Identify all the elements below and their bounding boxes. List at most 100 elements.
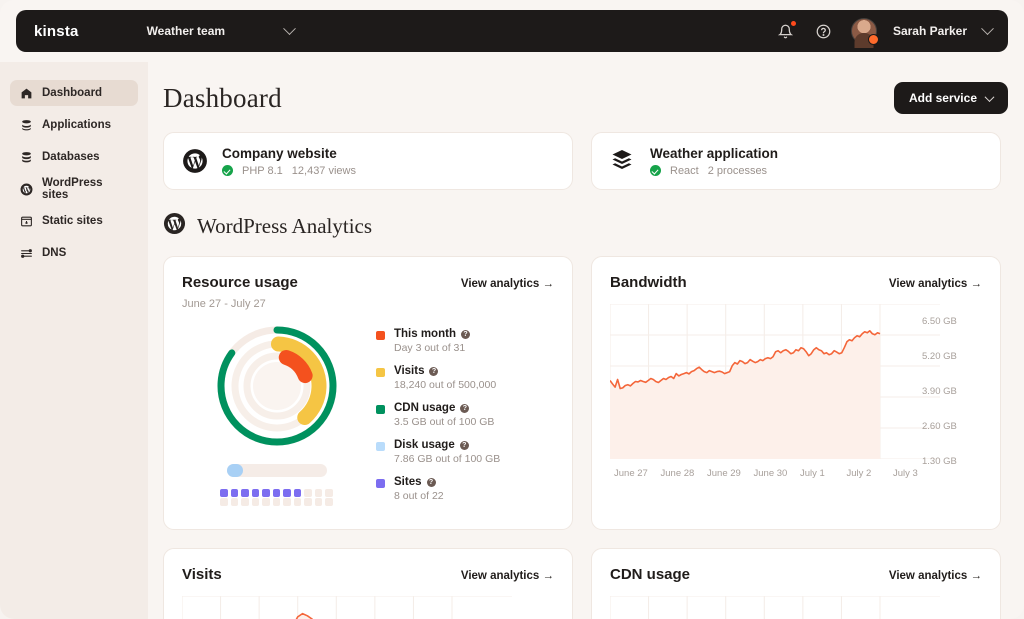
sidebar-item-label: Static sites: [42, 215, 103, 227]
sidebar-item-static-sites[interactable]: Static sites: [10, 208, 138, 234]
view-analytics-link[interactable]: View analytics →: [889, 570, 982, 582]
bandwidth-y-axis: 6.50 GB 5.20 GB 3.90 GB 2.60 GB 1.30 GB: [922, 304, 982, 479]
legend-name-wrap: Disk usage ?: [394, 439, 500, 451]
kinsta-logo[interactable]: kinsta: [34, 23, 79, 40]
visits-y-axis: 22,50018,000: [494, 596, 554, 619]
legend-item-visits: Visits ? 18,240 out of 500,000: [376, 365, 554, 391]
site-dot: [262, 498, 270, 506]
view-analytics-link[interactable]: View analytics →: [461, 570, 554, 582]
axis-tick-label: 5.20 GB: [922, 351, 957, 362]
wordpress-icon: [182, 148, 208, 174]
database-icon: [19, 150, 33, 164]
arrow-right-icon: →: [542, 278, 555, 290]
card-header: Bandwidth View analytics →: [610, 274, 982, 291]
view-analytics-link[interactable]: View analytics →: [889, 278, 982, 290]
check-circle-icon: [222, 165, 233, 176]
legend-name: CDN usage: [394, 402, 456, 414]
sidebar-item-label: DNS: [42, 247, 67, 259]
visits-chart[interactable]: [181, 595, 512, 619]
site-dot: [293, 489, 301, 497]
bandwidth-chart[interactable]: [609, 303, 940, 460]
help-circle-icon[interactable]: ?: [460, 329, 470, 339]
sidebar-item-label: Dashboard: [42, 87, 103, 99]
legend-item-disk-usage: Disk usage ? 7.86 GB out of 100 GB: [376, 439, 554, 465]
axis-tick-label: June 29: [707, 468, 741, 479]
site-dot: [262, 489, 270, 497]
avatar-status-badge: [867, 34, 879, 45]
page-title: Dashboard: [163, 82, 282, 113]
legend-name-wrap: This month ?: [394, 328, 470, 340]
avatar[interactable]: [850, 18, 879, 45]
notifications-button[interactable]: [775, 20, 797, 42]
add-service-button[interactable]: Add service: [893, 82, 1008, 114]
help-circle-icon[interactable]: ?: [429, 366, 439, 376]
sidebar-item-applications[interactable]: Applications: [10, 112, 138, 138]
legend-value: 7.86 GB out of 100 GB: [394, 453, 501, 465]
legend-name-wrap: Visits ?: [394, 365, 496, 377]
arrow-right-icon: →: [542, 570, 555, 582]
service-meta-2: 12,437 views: [291, 164, 356, 177]
help-circle-icon[interactable]: ?: [459, 440, 469, 450]
site-dot: [314, 489, 322, 497]
view-analytics-label: View analytics: [888, 570, 968, 582]
legend-value: Day 3 out of 31: [394, 342, 466, 354]
view-analytics-link[interactable]: View analytics →: [461, 278, 554, 290]
cdn-usage-chart[interactable]: [609, 595, 940, 619]
site-dot: [251, 489, 259, 497]
cdn-usage-y-axis: 4.00 GB3.20 GB: [922, 596, 982, 619]
card-title: Visits: [182, 566, 222, 583]
date-range: June 27 - July 27: [182, 298, 266, 310]
sidebar: Dashboard Applications Databases WordPre…: [0, 62, 148, 619]
axis-tick-label: June 27: [614, 468, 648, 479]
legend-swatch: [376, 331, 385, 340]
analytics-cards: Resource usage View analytics → June 27 …: [156, 256, 1008, 619]
site-dot: [241, 498, 249, 506]
site-dot: [251, 498, 259, 506]
site-dot: [241, 489, 249, 497]
add-service-label: Add service: [908, 91, 977, 105]
page-header: Dashboard Add service: [156, 80, 1008, 116]
stack-icon: [610, 148, 636, 174]
sidebar-item-label: Applications: [42, 119, 112, 131]
card-header: CDN usage View analytics →: [610, 566, 982, 583]
legend-value: 18,240 out of 500,000: [394, 379, 497, 391]
sidebar-item-wordpress-sites[interactable]: WordPress sites: [10, 176, 138, 202]
site-dot: [283, 498, 291, 506]
legend-name: Disk usage: [394, 439, 455, 451]
legend-swatch: [376, 442, 385, 451]
help-button[interactable]: [813, 20, 835, 42]
card-visits: Visits View analytics → 22,50018,000: [163, 548, 573, 619]
service-card-company-website[interactable]: Company website PHP 8.1 12,437 views: [163, 132, 573, 190]
site-dot: [325, 489, 333, 497]
team-switcher[interactable]: Weather team: [146, 21, 296, 38]
user-name[interactable]: Sarah Parker: [893, 24, 967, 38]
sidebar-item-dashboard[interactable]: Dashboard: [10, 80, 138, 106]
sidebar-item-dns[interactable]: DNS: [10, 240, 138, 266]
team-name: Weather team: [146, 24, 226, 38]
site-dot: [283, 489, 291, 497]
legend-name-wrap: Sites ?: [394, 476, 444, 488]
card-cdn-usage: CDN usage View analytics → 4.00 GB3.20 G…: [591, 548, 1001, 619]
view-analytics-label: View analytics: [460, 278, 540, 290]
arrow-right-icon: →: [970, 570, 983, 582]
legend-name: Visits: [394, 365, 425, 377]
help-circle-icon[interactable]: ?: [460, 403, 470, 413]
site-dot: [272, 489, 280, 497]
chart-line: [295, 612, 314, 619]
site-dot: [220, 498, 228, 506]
wordpress-icon: [19, 182, 33, 196]
axis-tick-label: July 1: [800, 468, 825, 479]
service-card-weather-application[interactable]: Weather application React 2 processes: [591, 132, 1001, 190]
site-dot: [314, 498, 322, 506]
help-circle-icon[interactable]: ?: [426, 477, 436, 487]
chevron-down-icon[interactable]: [981, 21, 994, 35]
axis-tick-label: June 28: [660, 468, 695, 479]
card-title: Resource usage: [182, 274, 298, 291]
sidebar-item-databases[interactable]: Databases: [10, 144, 138, 170]
cdn-chart-wrap: 4.00 GB3.20 GB: [609, 595, 982, 619]
axis-tick-label: July 2: [846, 468, 872, 479]
legend-item-this-month: This month ? Day 3 out of 31: [376, 328, 554, 354]
service-meta-2: 2 processes: [707, 164, 768, 177]
bandwidth-chart-wrap: 6.50 GB 5.20 GB 3.90 GB 2.60 GB 1.30 GB June…: [609, 303, 982, 479]
disk-usage-meter: [227, 464, 327, 477]
